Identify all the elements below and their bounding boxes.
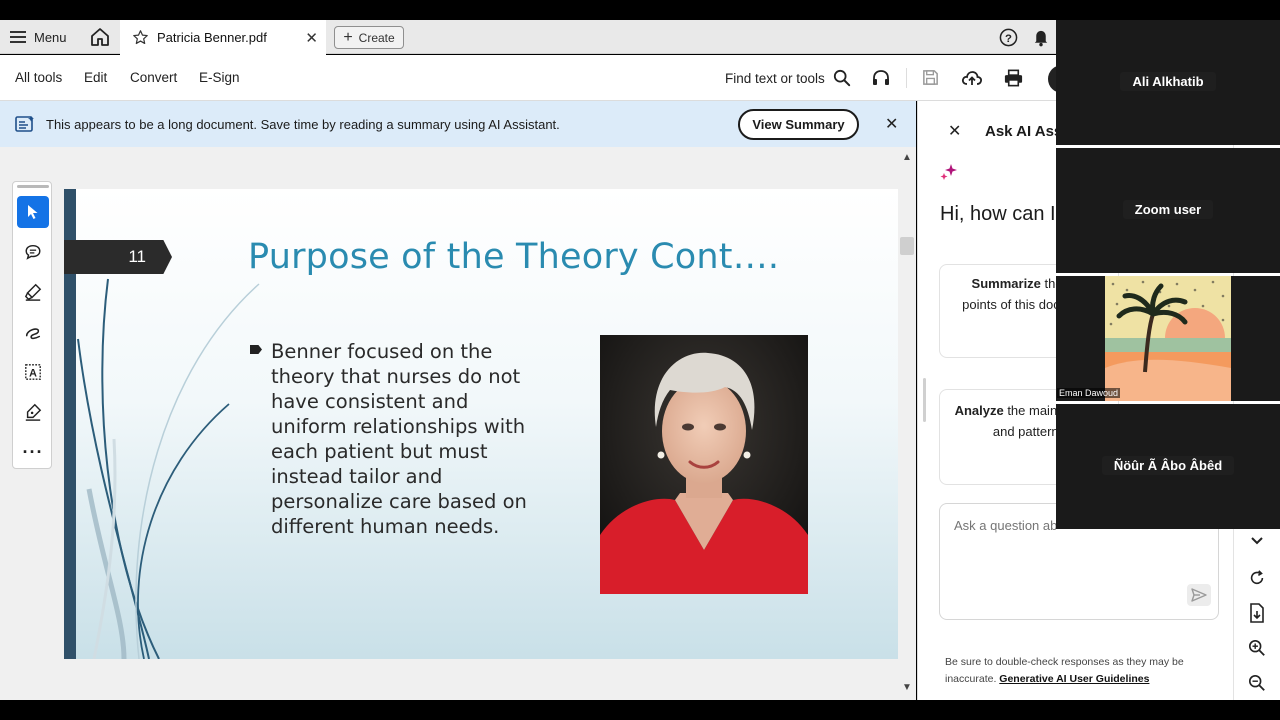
close-banner-icon[interactable]: ✕ bbox=[885, 114, 898, 134]
search-icon bbox=[833, 69, 850, 87]
slide-title: Purpose of the Theory Cont…. bbox=[248, 237, 780, 277]
cloud-upload-icon[interactable] bbox=[961, 68, 983, 93]
tab-bar: Menu Patricia Benner.pdf ✕ + Create ? bbox=[0, 20, 1056, 55]
participant-name-label: Eman Dawoud bbox=[1057, 388, 1121, 398]
more-tools-button[interactable]: ··· bbox=[17, 436, 49, 468]
freehand-draw-icon bbox=[25, 328, 41, 340]
close-tab-icon[interactable]: ✕ bbox=[305, 29, 318, 47]
card1-verb: Summarize bbox=[971, 276, 1041, 291]
svg-text:?: ? bbox=[1005, 33, 1012, 45]
menu-label: Menu bbox=[34, 29, 67, 45]
find-text-or-tools[interactable]: Find text or tools bbox=[725, 69, 851, 87]
all-tools-menu[interactable]: All tools bbox=[15, 70, 62, 85]
scroll-up-arrow[interactable]: ▲ bbox=[902, 152, 912, 163]
ai-panel-title: Ask AI Assi bbox=[985, 123, 1067, 140]
participant-name: Ñöûr Ã Âbo Âbêd bbox=[1056, 456, 1280, 475]
bell-icon[interactable] bbox=[1032, 28, 1050, 52]
pdf-page-slide: 11 Purpose of the Theory Cont…. Benner f… bbox=[64, 189, 898, 659]
comment-tool[interactable] bbox=[17, 236, 49, 268]
refresh-icon[interactable] bbox=[1247, 568, 1267, 588]
help-icon[interactable]: ? bbox=[999, 28, 1018, 52]
zoom-participant-tile[interactable]: Ñöûr Ã Âbo Âbêd bbox=[1056, 404, 1280, 529]
home-icon bbox=[91, 28, 109, 46]
ai-sparkle-icon bbox=[940, 163, 958, 186]
text-box-icon: A bbox=[25, 364, 41, 380]
card2-verb: Analyze bbox=[954, 403, 1004, 418]
view-summary-button[interactable]: View Summary bbox=[738, 109, 859, 140]
star-icon[interactable] bbox=[132, 29, 149, 46]
sign-tool[interactable] bbox=[17, 396, 49, 428]
read-aloud-headphones-icon[interactable] bbox=[871, 68, 891, 93]
zoom-participant-tile[interactable]: Zoom user bbox=[1056, 148, 1280, 273]
ai-guidelines-link[interactable]: Generative AI User Guidelines bbox=[999, 673, 1149, 685]
comment-icon bbox=[25, 244, 41, 260]
esign-menu[interactable]: E-Sign bbox=[199, 70, 240, 85]
page-export-icon[interactable] bbox=[1247, 603, 1267, 623]
edit-menu[interactable]: Edit bbox=[84, 70, 107, 85]
document-tab[interactable]: Patricia Benner.pdf ✕ bbox=[120, 20, 326, 55]
patricia-benner-photo bbox=[600, 335, 808, 594]
ai-disclaimer: Be sure to double-check responses as the… bbox=[945, 654, 1215, 688]
more-icon: ··· bbox=[22, 442, 44, 462]
slide-number: 11 bbox=[64, 240, 172, 274]
zoom-participant-tile[interactable]: Ali Alkhatib bbox=[1056, 20, 1280, 145]
screen: Menu Patricia Benner.pdf ✕ + Create ? Al… bbox=[0, 0, 1280, 720]
participant-name: Ali Alkhatib bbox=[1056, 72, 1280, 91]
close-ai-panel-icon[interactable]: ✕ bbox=[948, 121, 961, 141]
rail-drag-handle[interactable] bbox=[17, 185, 49, 188]
quick-tools-rail: A ··· bbox=[12, 181, 52, 469]
zoom-out-icon[interactable] bbox=[1247, 673, 1267, 693]
text-box-tool[interactable]: A bbox=[17, 356, 49, 388]
ai-summary-banner: This appears to be a long document. Save… bbox=[0, 101, 916, 147]
hamburger-icon bbox=[10, 31, 26, 43]
zoom-in-icon[interactable] bbox=[1247, 638, 1267, 658]
create-label: Create bbox=[358, 30, 395, 45]
participant-name: Zoom user bbox=[1056, 200, 1280, 219]
save-icon[interactable] bbox=[921, 68, 940, 92]
plus-icon: + bbox=[343, 28, 353, 46]
main-toolbar: All tools Edit Convert E-Sign Find text … bbox=[0, 55, 1064, 101]
scrollbar-thumb[interactable] bbox=[900, 237, 914, 255]
convert-menu[interactable]: Convert bbox=[130, 70, 177, 85]
participant-avatar-image bbox=[1105, 276, 1231, 401]
svg-text:A: A bbox=[29, 368, 37, 380]
select-tool[interactable] bbox=[17, 196, 49, 228]
chevron-down-icon[interactable] bbox=[1247, 531, 1267, 551]
toolbar-divider bbox=[906, 68, 907, 88]
highlighter-icon bbox=[24, 283, 42, 301]
document-summary-icon bbox=[15, 115, 35, 138]
send-button[interactable] bbox=[1187, 584, 1211, 606]
highlight-tool[interactable] bbox=[17, 276, 49, 308]
send-icon bbox=[1191, 588, 1207, 602]
ai-greeting: Hi, how can I bbox=[940, 203, 1056, 225]
slide-body-text: Benner focused on the theory that nurses… bbox=[271, 340, 527, 538]
menu-button[interactable]: Menu bbox=[10, 26, 67, 48]
find-label: Find text or tools bbox=[725, 70, 825, 86]
print-icon[interactable] bbox=[1003, 68, 1024, 93]
zoom-participant-tile[interactable]: Eman Dawoud bbox=[1056, 276, 1280, 401]
draw-tool[interactable] bbox=[17, 316, 49, 348]
scroll-down-arrow[interactable]: ▼ bbox=[902, 682, 912, 693]
pen-sign-icon bbox=[25, 403, 42, 421]
document-viewer[interactable]: A ··· 11 Purpose of the Theory Cont…. Be… bbox=[0, 147, 916, 700]
panel-resize-handle[interactable] bbox=[923, 378, 926, 422]
tab-title: Patricia Benner.pdf bbox=[157, 30, 267, 45]
create-button[interactable]: + Create bbox=[334, 26, 404, 49]
banner-message: This appears to be a long document. Save… bbox=[46, 117, 560, 132]
cursor-arrow-icon bbox=[28, 205, 38, 219]
home-button[interactable] bbox=[89, 26, 111, 48]
